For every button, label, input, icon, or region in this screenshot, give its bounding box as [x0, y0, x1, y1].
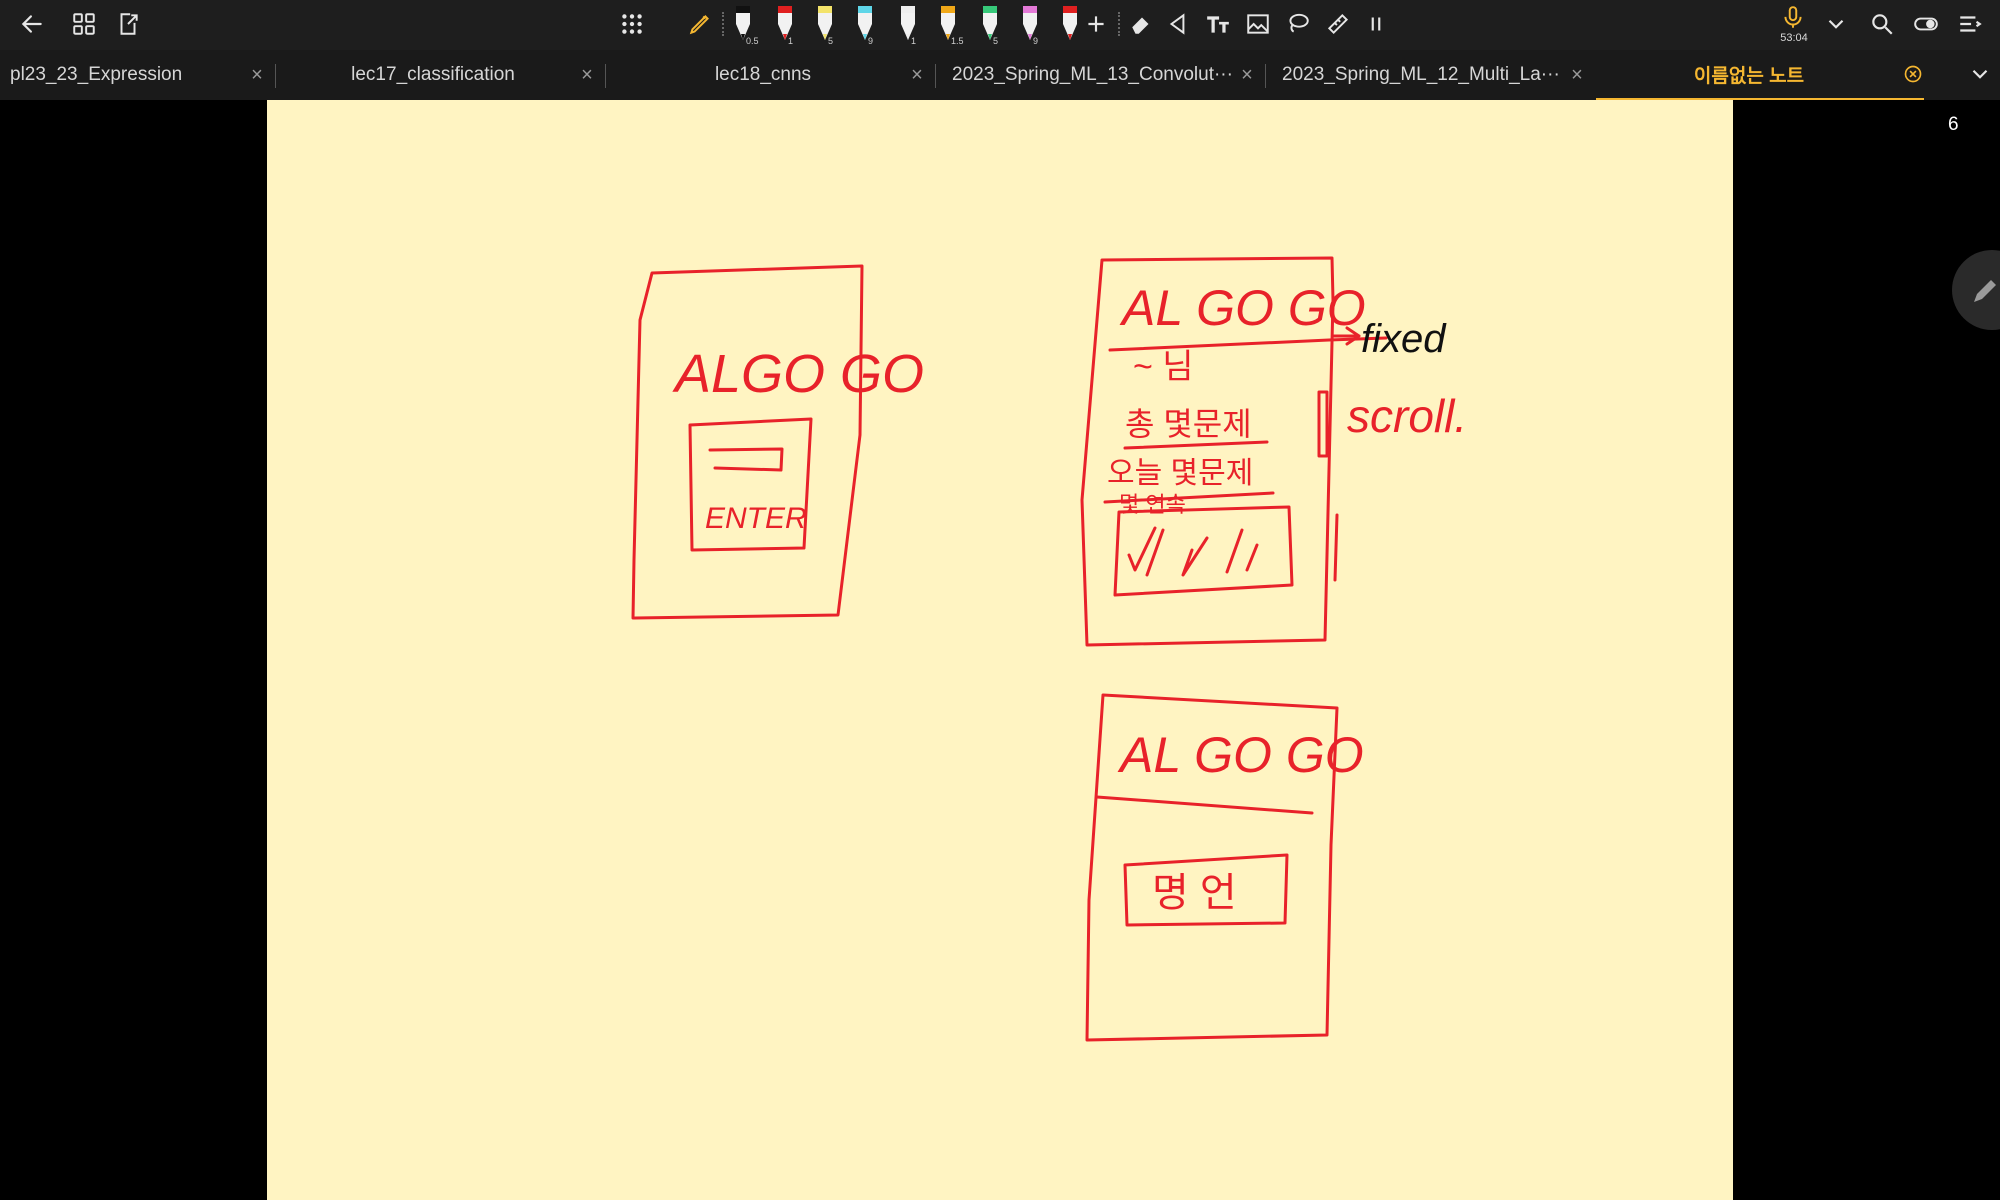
- mock2-bracket: [1333, 513, 1339, 582]
- scrollbar-mark: [1317, 390, 1329, 458]
- pen-size-label: 9: [868, 36, 874, 46]
- pen-size-label: 1.5: [951, 36, 964, 46]
- mock2-streak: 몇 연속: [1119, 492, 1186, 517]
- tab-count: 6: [1948, 114, 1959, 135]
- top-toolbar: 0.5 1 5 9 1 1.5 5 9 53:04: [0, 0, 2000, 50]
- orange-fountain-pen-icon[interactable]: 1.5: [933, 2, 964, 46]
- search-icon[interactable]: [1864, 6, 1900, 42]
- close-circle-icon[interactable]: [1902, 63, 1924, 85]
- mock2-greeting: ~ 님: [1133, 348, 1194, 386]
- back-arrow-icon[interactable]: [14, 6, 50, 42]
- close-icon[interactable]: ×: [1236, 64, 1258, 86]
- mock2-list-frame: [1113, 505, 1294, 597]
- pen-size-label: 5: [993, 36, 999, 46]
- pen-size-label: 1: [788, 36, 794, 46]
- toggle-icon[interactable]: [1908, 6, 1944, 42]
- pen-size-label: 0.5: [746, 36, 759, 46]
- pencil-mode-icon[interactable]: [682, 6, 718, 42]
- mock1-button-label: ENTER: [705, 502, 807, 535]
- pen-size-label: 1: [911, 36, 917, 46]
- green-highlighter-icon[interactable]: 5: [975, 2, 1005, 46]
- note-page[interactable]: ALGO GO ENTER AL GO GO ~ 님 총 몇문제 오늘 몇문제 …: [267, 100, 1733, 1200]
- tab-lec17-classification[interactable]: lec17_classification ×: [290, 50, 598, 100]
- image-icon[interactable]: [1240, 6, 1276, 42]
- tab-ml13-convolution[interactable]: 2023_Spring_ML_13_Convolut··· ×: [952, 50, 1258, 100]
- close-icon[interactable]: ×: [1566, 64, 1588, 86]
- pause-icon[interactable]: [1358, 6, 1394, 42]
- mock1-frame: [631, 264, 864, 620]
- tab-label: 2023_Spring_ML_13_Convolut···: [952, 64, 1233, 85]
- tab-pl23-expression[interactable]: pl23_23_Expression ×: [10, 50, 268, 100]
- floating-pen-button[interactable]: [1952, 250, 2000, 330]
- recording-timer: 53:04: [1780, 32, 1808, 44]
- yellow-highlighter-icon[interactable]: 5: [810, 2, 840, 46]
- red-pen-icon[interactable]: 1: [770, 2, 800, 46]
- mock1-button-mark: [708, 447, 784, 472]
- pen-size-label: 5: [828, 36, 834, 46]
- chevron-down-icon[interactable]: [1962, 56, 1998, 92]
- more-menu-icon[interactable]: [1952, 6, 1988, 42]
- black-pen-icon[interactable]: 0.5: [728, 2, 759, 46]
- cyan-highlighter-icon[interactable]: 9: [850, 2, 880, 46]
- fixed-note: fixed: [1361, 317, 1447, 361]
- mock2-row-line: [1123, 440, 1269, 450]
- tab-bar: pl23_23_Expression × lec17_classificatio…: [0, 50, 2000, 135]
- mock1-title: ALGO GO: [672, 344, 924, 404]
- mock2-total-count: 총 몇문제: [1125, 406, 1252, 442]
- mock3-header-line: [1095, 795, 1314, 815]
- grid-view-icon[interactable]: [66, 6, 102, 42]
- close-icon[interactable]: ×: [906, 64, 928, 86]
- tab-ml12-multi-layer[interactable]: 2023_Spring_ML_12_Multi_La··· ×: [1282, 50, 1588, 100]
- tab-label: lec17_classification: [351, 64, 515, 85]
- tab-label: 2023_Spring_ML_12_Multi_La···: [1282, 64, 1560, 85]
- tab-label: lec18_cnns: [714, 64, 812, 85]
- white-fountain-pen-icon[interactable]: 1: [893, 2, 923, 46]
- scroll-note: scroll.: [1347, 390, 1467, 442]
- pencil-icon: [1974, 280, 1996, 302]
- selection-icon[interactable]: [1160, 6, 1196, 42]
- sketch-canvas: ALGO GO ENTER AL GO GO ~ 님 총 몇문제 오늘 몇문제 …: [631, 256, 1467, 1042]
- app-menu-icon[interactable]: [614, 6, 650, 42]
- mock2-today-count: 오늘 몇문제: [1107, 457, 1253, 490]
- pen-size-label: 9: [1033, 36, 1039, 46]
- mock2-title: AL GO GO: [1119, 280, 1366, 336]
- chevron-down-icon[interactable]: [1818, 6, 1854, 42]
- tab-label: 이름없는 노트: [1693, 65, 1805, 87]
- add-pen-icon[interactable]: [1078, 6, 1114, 42]
- tab-lec18-cnns[interactable]: lec18_cnns ×: [620, 50, 928, 100]
- eraser-icon[interactable]: [1124, 6, 1160, 42]
- tab-untitled-note[interactable]: 이름없는 노트: [1596, 50, 1924, 100]
- ruler-icon[interactable]: [1320, 6, 1356, 42]
- pink-highlighter-icon[interactable]: 9: [1015, 2, 1045, 46]
- lasso-icon[interactable]: [1280, 6, 1316, 42]
- export-icon[interactable]: [110, 6, 146, 42]
- close-icon[interactable]: ×: [576, 64, 598, 86]
- text-tool-icon[interactable]: [1200, 6, 1236, 42]
- mock3-title: AL GO GO: [1117, 727, 1364, 783]
- tab-label: pl23_23_Expression: [10, 64, 183, 85]
- microphone-icon[interactable]: [1775, 0, 1811, 36]
- close-icon[interactable]: ×: [246, 64, 268, 86]
- mock2-list-content: [1127, 526, 1259, 577]
- mock3-quote-button: 명 언: [1152, 871, 1237, 915]
